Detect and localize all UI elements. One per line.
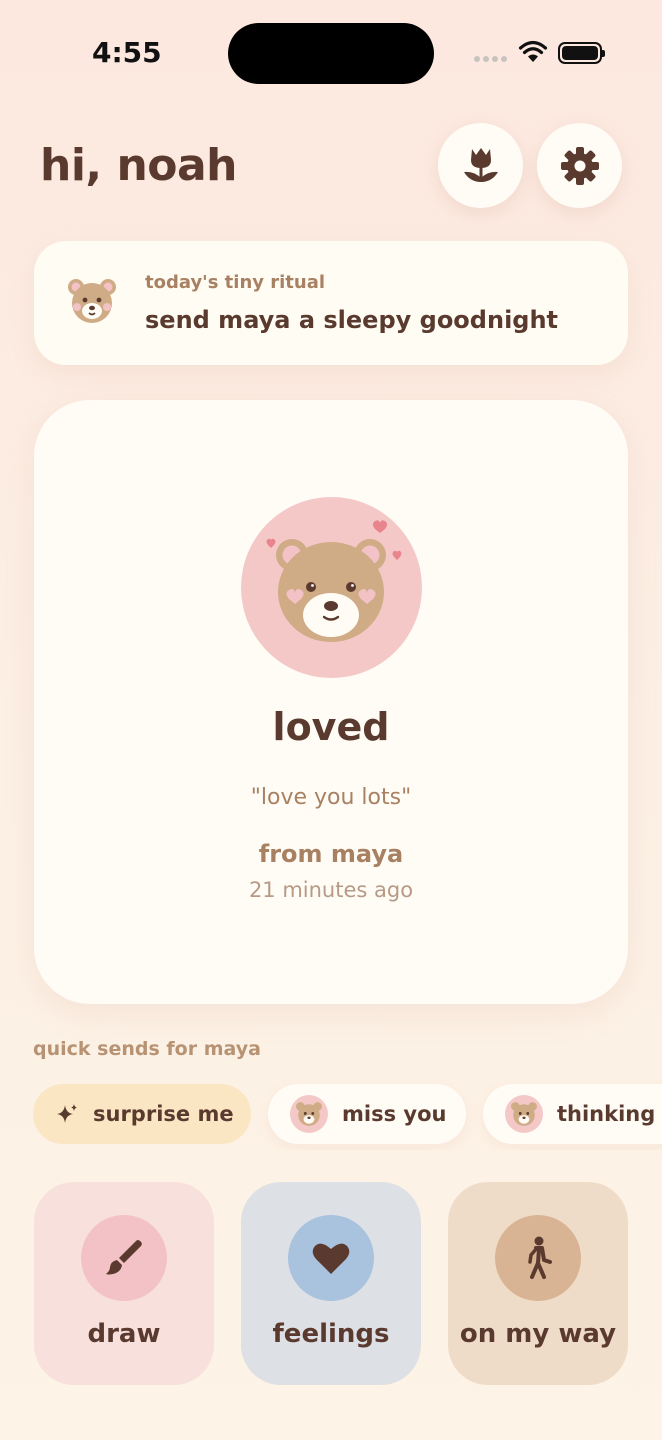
chip-miss-you[interactable]: miss you (268, 1084, 466, 1144)
bear-with-hearts-icon (266, 520, 402, 642)
action-label: draw (87, 1319, 161, 1349)
mood-message: "love you lots" (250, 785, 412, 810)
tulip-icon (463, 147, 498, 182)
mood-avatar (241, 497, 422, 678)
status-time: 4:55 (92, 36, 162, 69)
sparkle-icon (55, 1102, 79, 1126)
bear-face-icon (290, 1095, 328, 1133)
mood-sender: from maya (258, 840, 404, 868)
ritual-label: today's tiny ritual (145, 272, 326, 293)
mood-card[interactable]: loved "love you lots" from maya 21 minut… (34, 400, 628, 1004)
ritual-card[interactable]: today's tiny ritual send maya a sleepy g… (34, 241, 628, 365)
quick-sends-label: quick sends for maya (33, 1038, 261, 1060)
wifi-icon (518, 40, 548, 68)
quick-sends-row[interactable]: surprise me miss you thinking (0, 1080, 662, 1150)
walking-icon (528, 1236, 552, 1279)
chip-label: surprise me (93, 1102, 234, 1126)
garden-button[interactable] (438, 123, 523, 208)
feelings-button[interactable]: feelings (241, 1182, 421, 1385)
greeting-title: hi, noah (40, 140, 238, 191)
chip-surprise-me[interactable]: surprise me (33, 1084, 251, 1144)
ritual-text: send maya a sleepy goodnight (145, 306, 559, 334)
action-label: on my way (459, 1319, 617, 1349)
draw-button[interactable]: draw (34, 1182, 214, 1385)
chip-label: miss you (342, 1102, 447, 1126)
gear-icon (560, 146, 599, 185)
signal-icon (474, 56, 507, 62)
mood-title: loved (272, 705, 390, 749)
status-bar: 4:55 (0, 0, 662, 110)
mood-timestamp: 21 minutes ago (248, 878, 414, 902)
chip-thinking-of-you[interactable]: thinking of you (483, 1084, 662, 1144)
heart-icon (312, 1243, 350, 1274)
brush-icon (106, 1240, 142, 1275)
battery-icon (558, 42, 605, 64)
on-my-way-button[interactable]: on my way (448, 1182, 628, 1385)
bear-face-icon (505, 1095, 543, 1133)
settings-button[interactable] (537, 123, 622, 208)
chip-label: thinking of you (557, 1102, 662, 1126)
bear-face-icon (68, 279, 116, 323)
dynamic-island (228, 23, 434, 84)
action-label: feelings (272, 1319, 390, 1349)
